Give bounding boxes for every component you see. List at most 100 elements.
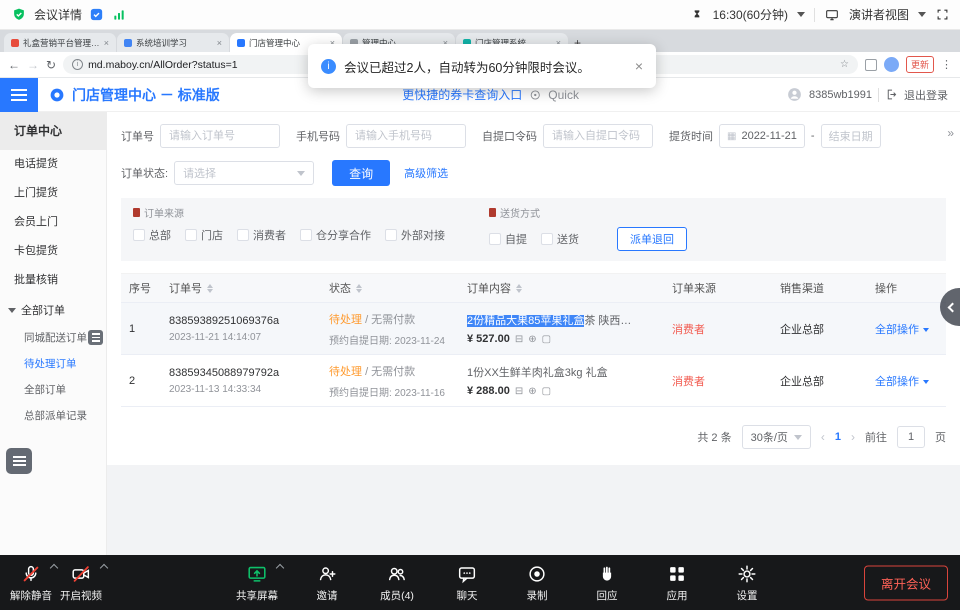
sidebar-item-all-orders[interactable]: 全部订单	[0, 377, 106, 403]
logout-icon	[885, 88, 898, 101]
invite-button[interactable]: 邀请	[302, 555, 352, 610]
toast-message: 会议已超过2人，自动转为60分钟限时会议。	[344, 57, 590, 76]
per-page-select[interactable]: 30条/页	[742, 425, 811, 449]
pickup-code-input[interactable]	[543, 124, 653, 148]
sidebar-collapse-handle[interactable]	[88, 330, 103, 345]
row-actions-dropdown[interactable]: 全部操作	[867, 315, 946, 343]
timer-dropdown-icon[interactable]	[797, 12, 805, 17]
copy-icon[interactable]: ▢	[542, 334, 551, 345]
sidebar-item-batch-verify[interactable]: 批量核销	[0, 266, 106, 295]
pickup-time-label: 提货时间	[669, 128, 713, 144]
fullscreen-icon[interactable]	[935, 7, 950, 22]
browser-menu-icon[interactable]: ⋮	[941, 58, 952, 71]
chevron-up-icon[interactable]	[100, 564, 108, 572]
browser-profile-avatar[interactable]	[884, 57, 899, 72]
bookmark-star-icon[interactable]: ☆	[840, 59, 849, 70]
end-date-picker[interactable]: 结束日期	[821, 124, 881, 148]
row-actions-dropdown[interactable]: 全部操作	[867, 367, 946, 395]
view-dropdown-icon[interactable]	[918, 12, 926, 17]
share-screen-button[interactable]: 共享屏幕	[232, 555, 282, 610]
expand-icon[interactable]: ⊕	[528, 386, 536, 397]
sidebar-toggle-button[interactable]	[0, 78, 38, 112]
checkbox-source-consumer[interactable]: 消费者	[237, 227, 286, 243]
print-icon[interactable]: ⊟	[515, 334, 523, 345]
filter-collapse-icon[interactable]: »	[947, 126, 954, 140]
sidebar-item-pending-orders[interactable]: 待处理订单	[0, 351, 106, 377]
forward-icon[interactable]: →	[27, 58, 39, 72]
checkbox-source-external[interactable]: 外部对接	[385, 227, 445, 243]
start-date-picker[interactable]: ▦ 2022-11-21	[719, 124, 805, 148]
checkbox-delivery-ship[interactable]: 送货	[541, 231, 579, 247]
leave-meeting-button[interactable]: 离开会议	[864, 565, 948, 600]
sort-icon[interactable]	[207, 284, 213, 293]
sidebar-group-all-orders[interactable]: 全部订单	[0, 295, 106, 325]
dispatch-return-button[interactable]: 派单退回	[617, 227, 687, 251]
search-button[interactable]: 查询	[332, 160, 390, 186]
main-content: » 订单号 手机号码 自提口令码	[107, 112, 960, 555]
settings-button[interactable]: 设置	[722, 555, 772, 610]
sort-icon[interactable]	[356, 284, 362, 293]
current-page[interactable]: 1	[835, 431, 841, 443]
logout-button[interactable]: 退出登录	[904, 87, 948, 103]
reload-icon[interactable]: ↻	[46, 58, 56, 72]
record-button[interactable]: 录制	[512, 555, 562, 610]
coupon-query-link[interactable]: 更快捷的券卡查询入口	[402, 86, 522, 103]
checkbox-source-store[interactable]: 门店	[185, 227, 223, 243]
tab-close-icon[interactable]: ×	[104, 38, 109, 48]
print-icon[interactable]: ⊟	[515, 386, 523, 397]
chat-button[interactable]: 聊天	[442, 555, 492, 610]
start-video-button[interactable]: 开启视频	[56, 555, 106, 610]
signal-bars-icon	[111, 7, 127, 23]
view-mode-icon	[824, 7, 840, 23]
table-row[interactable]: 2 83859345088979792a 2023-11-13 14:33:34…	[121, 355, 946, 407]
advanced-filter-link[interactable]: 高级筛选	[404, 165, 448, 181]
goto-page-input[interactable]	[897, 426, 925, 448]
meeting-shield-icon	[10, 6, 28, 24]
checkbox-delivery-pickup[interactable]: 自提	[489, 231, 527, 247]
view-mode-label[interactable]: 演讲者视图	[849, 6, 909, 23]
site-info-icon[interactable]: i	[72, 59, 83, 70]
apps-grid-icon	[666, 563, 688, 585]
quick-label[interactable]: Quick	[548, 88, 579, 102]
order-status-select[interactable]: 请选择	[174, 161, 314, 185]
prev-page-button[interactable]: ‹	[821, 430, 825, 444]
chevron-down-icon	[794, 435, 802, 440]
chat-icon	[456, 563, 478, 585]
apps-button[interactable]: 应用	[652, 555, 702, 610]
sidebar-item-door-pickup[interactable]: 上门提货	[0, 179, 106, 208]
browser-tab[interactable]: 礼盒营销平台管理中心 ×	[4, 33, 116, 52]
divider	[878, 88, 879, 102]
sidebar-item-member-visit[interactable]: 会员上门	[0, 208, 106, 237]
table-row[interactable]: 1 83859389251069376a 2023-11-21 14:14:07…	[121, 303, 946, 355]
sidebar-item-card-pickup[interactable]: 卡包提货	[0, 237, 106, 266]
next-page-button[interactable]: ›	[851, 430, 855, 444]
tab-favicon	[237, 39, 245, 47]
order-no-input[interactable]	[160, 124, 280, 148]
quick-menu-button[interactable]	[6, 448, 32, 474]
divider	[814, 8, 815, 22]
expand-icon[interactable]: ⊕	[528, 334, 536, 345]
tab-close-icon[interactable]: ×	[217, 38, 222, 48]
sidebar-item-hq-dispatch-log[interactable]: 总部派单记录	[0, 403, 106, 429]
browser-update-button[interactable]: 更新	[906, 56, 934, 73]
meeting-detail-link[interactable]: 会议详情	[34, 6, 82, 23]
cell-channel: 企业总部	[772, 367, 867, 395]
toast-close-icon[interactable]: ×	[635, 58, 643, 74]
sort-icon[interactable]	[516, 284, 522, 293]
reactions-button[interactable]: 回应	[582, 555, 632, 610]
chevron-down-icon	[297, 171, 305, 176]
members-button[interactable]: 成员(4)	[372, 555, 422, 610]
checkbox-source-hq[interactable]: 总部	[133, 227, 171, 243]
phone-input[interactable]	[346, 124, 466, 148]
extension-icon[interactable]	[865, 59, 877, 71]
checkbox-icon	[185, 229, 197, 241]
sidebar-item-phone-pickup[interactable]: 电话提货	[0, 150, 106, 179]
back-icon[interactable]: ←	[8, 58, 20, 72]
unmute-button[interactable]: 解除静音	[6, 555, 56, 610]
checkbox-source-warehouse[interactable]: 仓分享合作	[300, 227, 371, 243]
sidebar-section-order-center[interactable]: 订单中心	[0, 112, 106, 150]
browser-tab[interactable]: 系统培训学习 ×	[117, 33, 229, 52]
chevron-up-icon[interactable]	[276, 564, 284, 572]
start-date-value: 2022-11-21	[741, 130, 796, 142]
copy-icon[interactable]: ▢	[542, 386, 551, 397]
